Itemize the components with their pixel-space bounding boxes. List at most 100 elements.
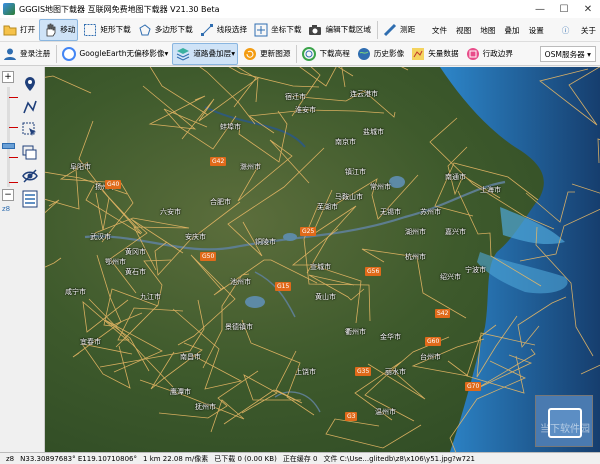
place-label: 上海市 bbox=[480, 186, 501, 194]
place-label: 湖州市 bbox=[405, 228, 426, 236]
vector-data-label: 矢量数据 bbox=[428, 49, 459, 58]
highway-shield: G15 bbox=[275, 282, 292, 291]
menu-file[interactable]: 文件 bbox=[432, 25, 447, 36]
place-label: 黄冈市 bbox=[125, 248, 146, 256]
menu-about[interactable]: ⓘ 关于 bbox=[553, 25, 596, 36]
place-label: 南通市 bbox=[445, 173, 466, 181]
place-label: 安庆市 bbox=[185, 233, 206, 241]
road-overlay-dropdown[interactable]: 道路叠加层 ▾ bbox=[172, 42, 239, 65]
zoom-out-button[interactable]: − bbox=[2, 189, 14, 201]
place-label: 绍兴市 bbox=[440, 273, 461, 281]
google-earth-label: GoogleEarth无偏移影像 bbox=[79, 49, 165, 58]
menu-overlay[interactable]: 叠加 bbox=[504, 25, 519, 36]
menu-about-label: 关于 bbox=[580, 25, 596, 35]
zoom-slider-track[interactable] bbox=[7, 87, 18, 187]
rectangle-select-icon bbox=[82, 22, 98, 38]
place-label: 南昌市 bbox=[180, 353, 201, 361]
close-button[interactable]: ✕ bbox=[576, 0, 600, 18]
elevation-icon bbox=[301, 46, 317, 62]
place-label: 宿迁市 bbox=[285, 93, 306, 101]
login-label: 登录注册 bbox=[20, 49, 51, 58]
vector-data-button[interactable]: 矢量数据 bbox=[408, 43, 460, 65]
dropdown-arrow-icon: ▾ bbox=[584, 49, 591, 59]
place-label: 无锡市 bbox=[380, 208, 401, 216]
coord-download-button[interactable]: 坐标下载 bbox=[251, 19, 303, 41]
place-label: 苏州市 bbox=[420, 208, 441, 216]
google-earth-source-dropdown[interactable]: GoogleEarth无偏移影像 ▾ bbox=[59, 43, 170, 65]
download-dem-label: 下载高程 bbox=[319, 49, 350, 58]
camera-icon bbox=[307, 22, 323, 38]
list-icon bbox=[22, 190, 38, 208]
menu-map[interactable]: 地图 bbox=[480, 25, 495, 36]
hand-icon bbox=[42, 22, 58, 38]
zoom-in-button[interactable]: + bbox=[2, 71, 14, 83]
line-select-button[interactable]: 线段选择 bbox=[197, 19, 249, 41]
place-label: 铜陵市 bbox=[255, 238, 276, 246]
osm-server-dropdown[interactable]: OSM服务器 ▾ bbox=[539, 46, 596, 62]
highway-shield: G56 bbox=[365, 267, 382, 276]
road-overlay-label: 道路叠加层 bbox=[193, 49, 232, 58]
polygon-download-label: 多边形下载 bbox=[154, 25, 193, 34]
maximize-button[interactable]: ☐ bbox=[552, 0, 576, 18]
coord-download-label: 坐标下载 bbox=[271, 25, 302, 34]
layer-tool[interactable] bbox=[20, 142, 40, 164]
place-label: 鹰潭市 bbox=[170, 388, 191, 396]
globe-icon bbox=[356, 46, 372, 62]
edit-download-area-button[interactable]: 编辑下载区域 bbox=[305, 19, 373, 41]
history-imagery-label: 历史影像 bbox=[373, 49, 405, 58]
update-source-button[interactable]: 更新图源 bbox=[240, 43, 292, 65]
polyline-icon bbox=[23, 100, 37, 114]
watermark: 当下软件园 bbox=[540, 424, 590, 435]
zoom-tick bbox=[9, 97, 18, 98]
highway-shield: G35 bbox=[355, 367, 372, 376]
satellite-imagery bbox=[45, 67, 600, 452]
polyline-tool[interactable] bbox=[20, 96, 40, 118]
layers-icon bbox=[175, 46, 191, 62]
place-label: 黄石市 bbox=[125, 268, 146, 276]
select-tool[interactable] bbox=[20, 119, 40, 141]
app-logo-icon bbox=[3, 3, 15, 15]
place-label: 丽水市 bbox=[385, 368, 406, 376]
place-label: 合肥市 bbox=[210, 198, 231, 206]
history-imagery-button[interactable]: 历史影像 bbox=[354, 43, 406, 65]
polygon-download-button[interactable]: 多边形下载 bbox=[135, 19, 195, 41]
place-label: 上饶市 bbox=[295, 368, 316, 376]
map-view[interactable]: 连云港市宿迁市淮安市盐城市阜阳市蚌埠市滁州市扬州市南京市镇江市常州市无锡市南通市… bbox=[45, 67, 600, 452]
place-label: 蚌埠市 bbox=[220, 123, 241, 131]
list-tool[interactable] bbox=[20, 188, 40, 210]
measure-button[interactable]: 测距 bbox=[380, 19, 417, 41]
folder-icon bbox=[2, 22, 18, 38]
visibility-tool[interactable] bbox=[20, 165, 40, 187]
line-select-label: 线段选择 bbox=[216, 25, 248, 34]
rect-download-button[interactable]: 矩形下载 bbox=[80, 19, 132, 41]
place-label: 鄂州市 bbox=[105, 258, 126, 266]
open-button[interactable]: 打开 bbox=[0, 19, 37, 41]
place-label: 抚州市 bbox=[195, 403, 216, 411]
place-label: 咸宁市 bbox=[65, 288, 86, 296]
download-dem-button[interactable]: 下载高程 bbox=[299, 43, 351, 65]
login-button[interactable]: 登录注册 bbox=[0, 43, 52, 65]
admin-boundary-button[interactable]: 行政边界 bbox=[463, 43, 515, 65]
edit-download-area-label: 编辑下载区域 bbox=[325, 25, 372, 34]
zoom-slider-thumb[interactable] bbox=[2, 143, 15, 149]
move-button[interactable]: 移动 bbox=[39, 18, 79, 41]
zoom-tick bbox=[9, 182, 18, 183]
user-icon bbox=[2, 46, 18, 62]
minimize-button[interactable]: — bbox=[528, 0, 552, 18]
place-label: 宜春市 bbox=[80, 338, 101, 346]
status-cache: 正在缓存 0 bbox=[282, 454, 318, 463]
menu-view[interactable]: 视图 bbox=[456, 25, 471, 36]
measure-label: 测距 bbox=[400, 25, 416, 34]
place-label: 阜阳市 bbox=[70, 163, 91, 171]
place-label: 杭州市 bbox=[405, 253, 426, 261]
map-pin-icon bbox=[25, 77, 35, 91]
window-title: GGGIS地图下载器 互联网免费地图下载器 V21.30 Beta bbox=[19, 4, 220, 14]
dropdown-arrow-icon: ▾ bbox=[231, 49, 236, 58]
menu-settings[interactable]: 设置 bbox=[529, 25, 544, 36]
menu-bar: 文件 视图 地图 叠加 设置 ⓘ 关于 bbox=[423, 18, 596, 42]
place-label: 芜湖市 bbox=[317, 203, 338, 211]
place-label: 淮安市 bbox=[295, 106, 316, 114]
marker-tool[interactable] bbox=[20, 73, 40, 95]
highway-shield: S42 bbox=[435, 309, 451, 318]
place-label: 衢州市 bbox=[345, 328, 366, 336]
